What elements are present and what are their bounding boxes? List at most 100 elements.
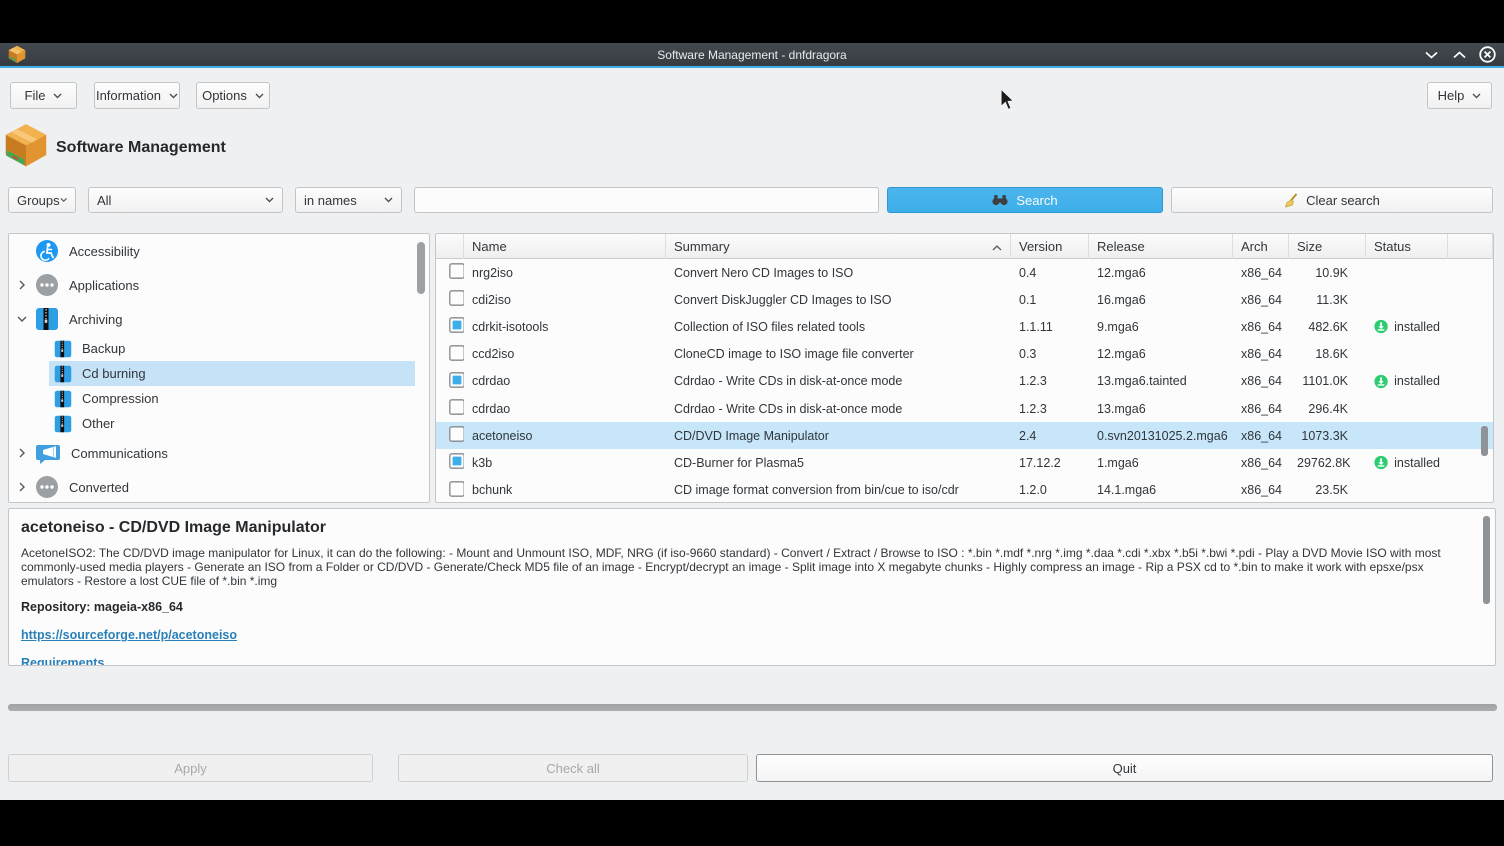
row-checkbox[interactable]	[449, 481, 464, 497]
sidebar-item-applications[interactable]: Applications	[9, 268, 429, 302]
requirements-link[interactable]: Requirements	[21, 656, 1469, 666]
accessibility-icon	[35, 239, 59, 263]
table-row-ccd2iso[interactable]: ccd2isoCloneCD image to ISO image file c…	[436, 341, 1493, 368]
desktop: Software Management - dnfdragora File	[0, 0, 1504, 846]
chevron-down-icon	[169, 93, 178, 99]
installed-icon	[1374, 373, 1388, 390]
file-menu-button[interactable]: File	[10, 82, 77, 109]
quit-button[interactable]: Quit	[756, 754, 1493, 782]
close-icon[interactable]	[1478, 46, 1496, 64]
table-row-cdrkit-isotools[interactable]: cdrkit-isotoolsCollection of ISO files r…	[436, 313, 1493, 340]
table-row-acetoneiso[interactable]: acetoneisoCD/DVD Image Manipulator2.40.s…	[436, 422, 1493, 449]
table-scrollbar[interactable]	[1481, 426, 1488, 456]
column-header-release[interactable]: Release	[1089, 234, 1233, 259]
row-checkbox[interactable]	[449, 290, 464, 306]
column-header-size[interactable]: Size	[1289, 234, 1366, 259]
row-checkbox[interactable]	[449, 263, 464, 279]
tree-scrollbar[interactable]	[417, 242, 425, 294]
cell-status: installed	[1366, 318, 1448, 335]
cell-version: 1.2.0	[1011, 483, 1089, 497]
search-button[interactable]: Search	[887, 187, 1163, 213]
options-menu-button[interactable]: Options	[196, 82, 270, 109]
column-header-summary[interactable]: Summary	[666, 234, 1011, 259]
cell-version: 1.2.3	[1011, 402, 1089, 416]
sidebar-item-communications[interactable]: Communications	[9, 436, 429, 470]
page-title: Software Management	[56, 139, 226, 157]
details-repository: Repository: mageia-x86_64	[21, 600, 1469, 614]
sidebar-item-label: Compression	[82, 391, 159, 406]
status-label: installed	[1394, 456, 1440, 470]
sidebar-item-label: Cd burning	[82, 366, 146, 381]
cell-size: 482.6K	[1289, 320, 1366, 334]
horizontal-scrollbar[interactable]	[8, 704, 1497, 711]
chevron-down-icon	[265, 197, 274, 203]
row-checkbox[interactable]	[449, 372, 464, 388]
column-header-blank	[436, 234, 464, 259]
table-row-cdrdao[interactable]: cdrdaoCdrdao - Write CDs in disk-at-once…	[436, 368, 1493, 395]
help-menu-button[interactable]: Help	[1427, 82, 1492, 109]
chevron-down-icon	[384, 197, 393, 203]
row-checkbox[interactable]	[449, 426, 464, 442]
details-scrollbar[interactable]	[1483, 516, 1490, 604]
cell-summary: Convert Nero CD Images to ISO	[666, 266, 1011, 280]
category-filter-dropdown[interactable]: All	[88, 187, 283, 213]
chevron-down-icon[interactable]	[9, 316, 35, 322]
column-header-arch[interactable]: Arch	[1233, 234, 1289, 259]
table-row-k3b[interactable]: k3bCD-Burner for Plasma517.12.21.mga6x86…	[436, 449, 1493, 476]
cell-size: 10.9K	[1289, 266, 1366, 280]
sidebar-item-archiving[interactable]: Archiving	[9, 302, 429, 336]
cell-arch: x86_64	[1233, 483, 1289, 497]
apply-button[interactable]: Apply	[8, 754, 373, 782]
search-input[interactable]	[414, 187, 879, 213]
column-header-name[interactable]: Name	[464, 234, 666, 259]
check-all-button[interactable]: Check all	[398, 754, 748, 782]
sidebar-item-label: Communications	[71, 446, 168, 461]
archive-icon	[35, 307, 59, 331]
sidebar-item-label: Accessibility	[69, 244, 140, 259]
details-url-link[interactable]: https://sourceforge.net/p/acetoneiso	[21, 628, 1469, 642]
cell-name: ccd2iso	[464, 347, 666, 361]
row-checkbox[interactable]	[449, 399, 464, 415]
minimize-icon[interactable]	[1422, 46, 1440, 64]
cell-version: 2.4	[1011, 429, 1089, 443]
sidebar-item-other[interactable]: Other	[9, 411, 429, 436]
clear-search-button[interactable]: Clear search	[1171, 187, 1493, 213]
cell-release: 0.svn20131025.2.mga6	[1089, 429, 1233, 443]
chevron-down-icon	[255, 93, 264, 99]
window-titlebar[interactable]: Software Management - dnfdragora	[0, 43, 1504, 66]
cell-summary: CD-Burner for Plasma5	[666, 456, 1011, 470]
package-table-panel: NameSummaryVersionReleaseArchSizeStatus …	[435, 233, 1494, 503]
cell-version: 17.12.2	[1011, 456, 1089, 470]
cell-release: 1.mga6	[1089, 456, 1233, 470]
column-header-status[interactable]: Status	[1366, 234, 1448, 259]
cell-size: 23.5K	[1289, 483, 1366, 497]
installed-icon	[1374, 454, 1388, 471]
groups-dropdown[interactable]: Groups	[8, 187, 76, 213]
sidebar-item-cd-burning[interactable]: Cd burning	[9, 361, 429, 386]
details-description: AcetoneISO2: The CD/DVD image manipulato…	[21, 547, 1469, 588]
sidebar-item-compression[interactable]: Compression	[9, 386, 429, 411]
row-checkbox[interactable]	[449, 453, 464, 469]
cell-name: acetoneiso	[464, 429, 666, 443]
table-row-nrg2iso[interactable]: nrg2isoConvert Nero CD Images to ISO0.41…	[436, 259, 1493, 286]
maximize-icon[interactable]	[1450, 46, 1468, 64]
column-header-version[interactable]: Version	[1011, 234, 1089, 259]
chevron-right-icon[interactable]	[9, 448, 35, 458]
search-scope-dropdown[interactable]: in names	[295, 187, 402, 213]
chevron-right-icon[interactable]	[9, 482, 35, 492]
table-row-cdrdao[interactable]: cdrdaoCdrdao - Write CDs in disk-at-once…	[436, 395, 1493, 422]
table-row-bchunk[interactable]: bchunkCD image format conversion from bi…	[436, 477, 1493, 504]
sidebar-item-accessibility[interactable]: Accessibility	[9, 234, 429, 268]
archive-icon	[54, 415, 72, 433]
sidebar-item-backup[interactable]: Backup	[9, 336, 429, 361]
status-label: installed	[1394, 374, 1440, 388]
row-checkbox[interactable]	[449, 345, 464, 361]
chevron-right-icon[interactable]	[9, 280, 35, 290]
archive-icon	[54, 390, 72, 408]
sidebar-item-label: Backup	[82, 341, 125, 356]
app-header: Software Management	[4, 124, 226, 172]
information-menu-button[interactable]: Information	[94, 82, 180, 109]
row-checkbox[interactable]	[449, 317, 464, 333]
table-row-cdi2iso[interactable]: cdi2isoConvert DiskJuggler CD Images to …	[436, 286, 1493, 313]
sidebar-item-converted[interactable]: Converted	[9, 470, 429, 503]
